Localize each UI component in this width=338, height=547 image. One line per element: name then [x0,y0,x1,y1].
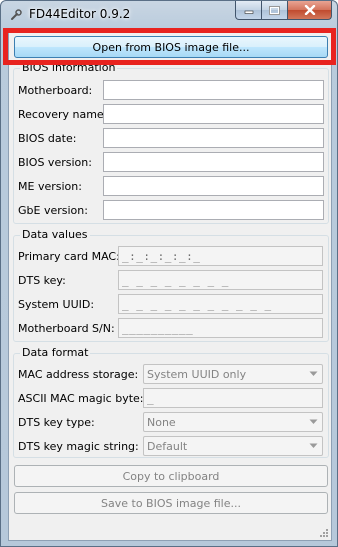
bios-version-field[interactable] [103,152,324,172]
save-to-bios-button[interactable]: Save to BIOS image file... [14,492,328,514]
app-window: FD44Editor 0.9.2 Open from BIOS image fi… [0,0,338,547]
dts-key-type-label: DTS key type: [18,416,95,429]
chevron-down-icon [309,371,318,376]
close-button[interactable] [288,1,332,20]
me-version-label: ME version: [18,180,82,193]
dts-magic-select[interactable]: Default [143,436,323,456]
minimize-icon [244,10,253,14]
maximize-button[interactable] [262,1,288,20]
dts-key-label: DTS key: [18,274,66,287]
motherboard-sn-field[interactable]: __________ [118,318,323,338]
me-version-field[interactable] [103,176,324,196]
recovery-name-label: Recovery name: [18,108,108,121]
dts-key-type-select[interactable]: None [143,412,323,432]
bios-version-label: BIOS version: [18,156,92,169]
recovery-name-field[interactable] [103,104,324,124]
resize-grip-icon[interactable] [319,528,329,538]
window-title: FD44Editor 0.9.2 [29,7,131,21]
data-format-group: Data format MAC address storage: System … [13,346,329,458]
system-uuid-label: System UUID: [18,298,95,311]
dts-magic-label: DTS key magic string: [18,440,139,453]
dts-key-field[interactable]: _ _ _ _ _ _ _ _ [118,270,323,290]
mac-storage-select[interactable]: System UUID only [143,364,323,384]
gbe-version-label: GbE version: [18,204,88,217]
bios-date-label: BIOS date: [18,132,77,145]
motherboard-sn-label: Motherboard S/N: [18,322,115,335]
copy-to-clipboard-button[interactable]: Copy to clipboard [14,465,328,487]
minimize-button[interactable] [235,1,262,20]
maximize-icon [269,5,280,15]
motherboard-label: Motherboard: [18,84,93,97]
gbe-version-field[interactable] [103,200,324,220]
open-bios-button[interactable]: Open from BIOS image file... [14,36,328,58]
bios-date-field[interactable] [103,128,324,148]
chevron-down-icon [309,419,318,424]
wrench-icon [11,9,22,20]
client-area: Open from BIOS image file... BIOS inform… [8,30,332,541]
primary-mac-label: Primary card MAC: [18,250,120,263]
primary-mac-field[interactable]: _:_:_:_:_:_ [118,246,323,266]
ascii-magic-field[interactable]: _ [143,388,323,408]
bios-information-title: BIOS information [20,61,118,74]
caption-buttons [235,1,332,21]
chevron-down-icon [309,443,318,448]
data-values-title: Data values [20,228,90,241]
system-uuid-field[interactable]: _ _ _ _ _ _ _ _ _ _ _ [118,294,323,314]
close-icon [304,5,315,15]
motherboard-field[interactable] [103,80,324,100]
ascii-magic-label: ASCII MAC magic byte: [18,392,144,405]
mac-storage-label: MAC address storage: [18,368,139,381]
title-bar[interactable]: FD44Editor 0.9.2 [1,1,337,29]
data-format-title: Data format [20,346,91,359]
bios-information-group: BIOS information Motherboard: Recovery n… [13,61,329,224]
data-values-group: Data values Primary card MAC: _:_:_:_:_:… [13,228,329,342]
